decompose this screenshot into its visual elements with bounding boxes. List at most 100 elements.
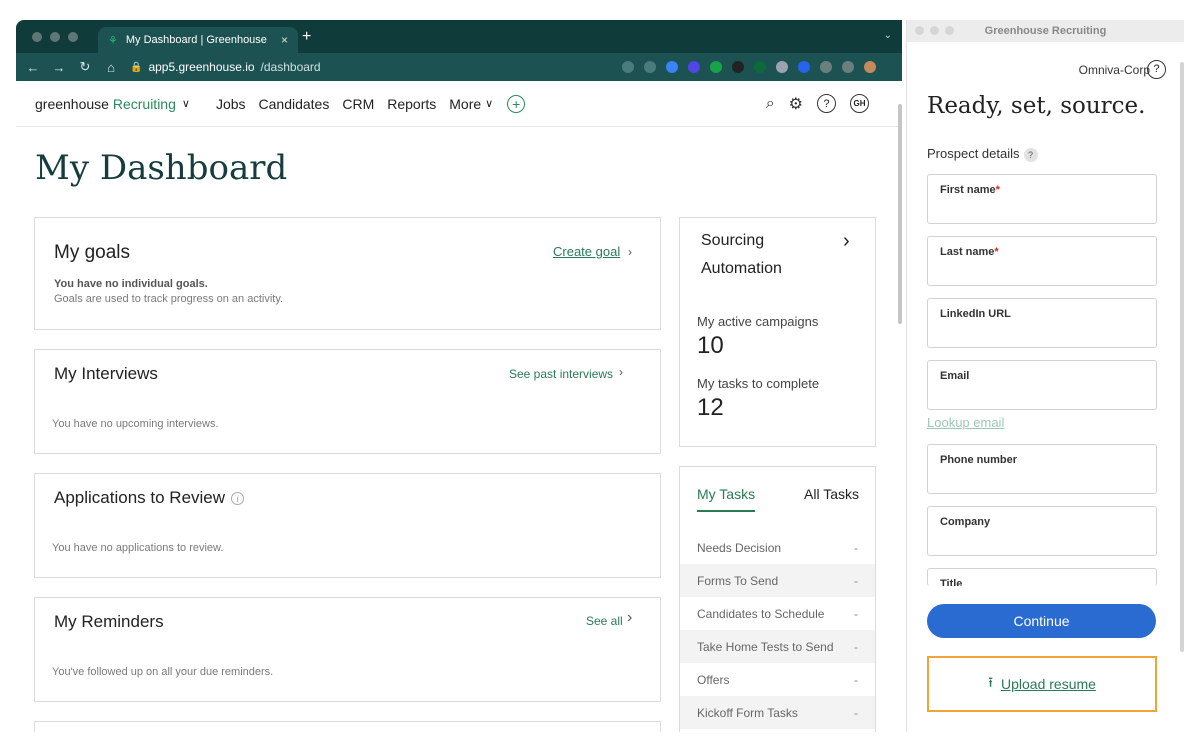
info-icon[interactable]: i — [231, 492, 245, 506]
task-count: - — [854, 639, 858, 654]
task-count: - — [854, 540, 858, 555]
upload-resume-label: Upload resume — [1000, 676, 1096, 692]
lookup-email-link[interactable]: Lookup email — [927, 415, 1004, 430]
phone-number-label: Phone number — [940, 454, 1018, 466]
nav-reports[interactable]: Reports — [387, 96, 436, 112]
new-tab-button[interactable]: + — [302, 28, 311, 46]
browser-menu-icon[interactable] — [886, 61, 892, 73]
add-plus-button[interactable]: + — [507, 94, 526, 113]
create-goal-link[interactable]: Create goal — [553, 244, 620, 259]
extension-2-icon[interactable] — [732, 61, 744, 73]
logo-main: greenhouse — [35, 95, 109, 112]
tab-list-chevron-icon[interactable]: ⌄ — [884, 30, 892, 41]
nav-candidates[interactable]: Candidates — [259, 96, 330, 112]
gear-icon[interactable]: ⚙ — [789, 94, 803, 114]
tab-my-tasks[interactable]: My Tasks — [697, 486, 756, 512]
extension-titlebar: Greenhouse Recruiting — [907, 20, 1184, 42]
see-past-interviews-link[interactable]: See past interviews — [509, 367, 613, 381]
profile-avatar[interactable] — [864, 61, 876, 73]
avatar[interactable]: GH — [850, 94, 869, 113]
home-icon[interactable]: ⌂ — [104, 60, 118, 75]
tab-bar: ⚘ My Dashboard | Greenhouse × + ⌄ — [16, 20, 902, 53]
extension-close-button[interactable] — [915, 26, 924, 35]
task-row[interactable]: Needs Decision - — [680, 531, 875, 564]
task-count: - — [854, 573, 858, 588]
product-switch-chevron-icon[interactable]: ∨ — [182, 97, 190, 110]
continue-button[interactable]: Continue — [927, 604, 1156, 638]
extension-zoom-button[interactable] — [945, 26, 954, 35]
share-icon[interactable] — [644, 61, 656, 73]
extension-minimize-button[interactable] — [930, 26, 939, 35]
nav-right-icons: ⌕ ⚙ ? GH — [766, 94, 869, 114]
url-domain: app5.greenhouse.io — [148, 60, 255, 74]
grammarly-icon[interactable] — [710, 61, 722, 73]
sidepanel-icon[interactable] — [842, 61, 854, 73]
task-label: Take Home Tests to Send — [697, 639, 834, 654]
close-window-button[interactable] — [32, 32, 42, 42]
tab-all-tasks[interactable]: All Tasks — [804, 486, 859, 502]
see-all-chevron-icon[interactable]: › — [627, 609, 632, 627]
tasks-card: My Tasks All Tasks Needs Decision - Forms… — [679, 466, 876, 732]
back-icon[interactable]: ← — [26, 60, 40, 75]
search-icon[interactable]: ⌕ — [766, 95, 775, 113]
nav-more[interactable]: More — [449, 96, 481, 112]
task-row[interactable]: Candidates to Schedule - — [680, 597, 875, 630]
tasks-to-complete-label: My tasks to complete — [697, 376, 820, 391]
goals-title: My goals — [54, 242, 131, 263]
greenhouse-extension-icon[interactable] — [754, 61, 766, 73]
prospect-help-icon[interactable]: ? — [1023, 148, 1038, 162]
page-title: My Dashboard — [35, 148, 288, 188]
last-name-field[interactable]: Last name* — [927, 236, 1157, 286]
phone-number-field[interactable]: Phone number — [927, 444, 1157, 494]
greenhouse-logo[interactable]: greenhouse Recruiting — [35, 96, 176, 112]
task-row[interactable]: Take Home Tests to Send - — [680, 630, 875, 663]
interviews-empty: You have no upcoming interviews. — [52, 418, 219, 430]
task-row[interactable]: Offers - — [680, 663, 875, 696]
create-goal-chevron-icon[interactable]: › — [628, 245, 632, 259]
company-field[interactable]: Company — [927, 506, 1157, 556]
page-scrollbar[interactable] — [898, 104, 902, 324]
help-icon[interactable]: ? — [817, 94, 836, 113]
title-field[interactable]: Title — [927, 568, 1157, 586]
sourcing-automation-card[interactable]: Sourcing Automation › My active campaign… — [679, 217, 876, 447]
first-name-label: First name* — [940, 184, 1000, 196]
active-campaigns-value: 10 — [697, 332, 724, 359]
extension-1-icon[interactable] — [688, 61, 700, 73]
extension-window-title: Greenhouse Recruiting — [984, 25, 1107, 37]
help-icon[interactable]: ? — [1147, 60, 1166, 79]
puzzle-icon[interactable] — [820, 61, 832, 73]
install-icon[interactable] — [622, 61, 634, 73]
nav-crm[interactable]: CRM — [342, 96, 374, 112]
extension-4-icon[interactable] — [798, 61, 810, 73]
see-all-reminders-link[interactable]: See all — [586, 614, 623, 628]
upload-resume-button[interactable]: ⭱ Upload resume — [927, 656, 1157, 712]
goals-empty-title: You have no individual goals. — [54, 278, 208, 290]
forward-icon[interactable]: → — [52, 60, 66, 75]
browser-tab[interactable]: ⚘ My Dashboard | Greenhouse × — [98, 27, 298, 53]
task-label: Forms To Send — [697, 573, 779, 588]
last-name-label-text: Last name — [940, 246, 995, 258]
extension-3-icon[interactable] — [776, 61, 788, 73]
linkedin-url-label: LinkedIn URL — [940, 308, 1011, 320]
more-chevron-icon[interactable]: ∨ — [485, 97, 493, 110]
task-row[interactable]: Forms To Send - — [680, 564, 875, 597]
tab-close-button[interactable]: × — [281, 33, 288, 47]
task-label: Candidates to Schedule — [697, 606, 825, 621]
past-interviews-chevron-icon[interactable]: › — [619, 365, 623, 379]
url-field[interactable]: 🔒 app5.greenhouse.io/dashboard — [130, 60, 321, 74]
url-path: /dashboard — [260, 60, 321, 74]
minimize-window-button[interactable] — [50, 32, 60, 42]
bookmark-star-icon[interactable] — [666, 61, 678, 73]
email-field[interactable]: Email — [927, 360, 1157, 410]
reload-icon[interactable]: ↻ — [78, 59, 92, 75]
first-name-field[interactable]: First name* — [927, 174, 1157, 224]
task-row[interactable]: Kickoff Form Tasks - — [680, 696, 875, 729]
task-label: Kickoff Form Tasks — [697, 705, 798, 720]
extension-scrollbar[interactable] — [1180, 62, 1184, 652]
nav-jobs[interactable]: Jobs — [216, 96, 246, 112]
linkedin-url-field[interactable]: LinkedIn URL — [927, 298, 1157, 348]
required-marker: * — [994, 246, 999, 258]
zoom-window-button[interactable] — [68, 32, 78, 42]
app-navigation: greenhouse Recruiting ∨ Jobs Candidates … — [16, 81, 902, 127]
sourcing-chevron-icon[interactable]: › — [843, 227, 850, 255]
